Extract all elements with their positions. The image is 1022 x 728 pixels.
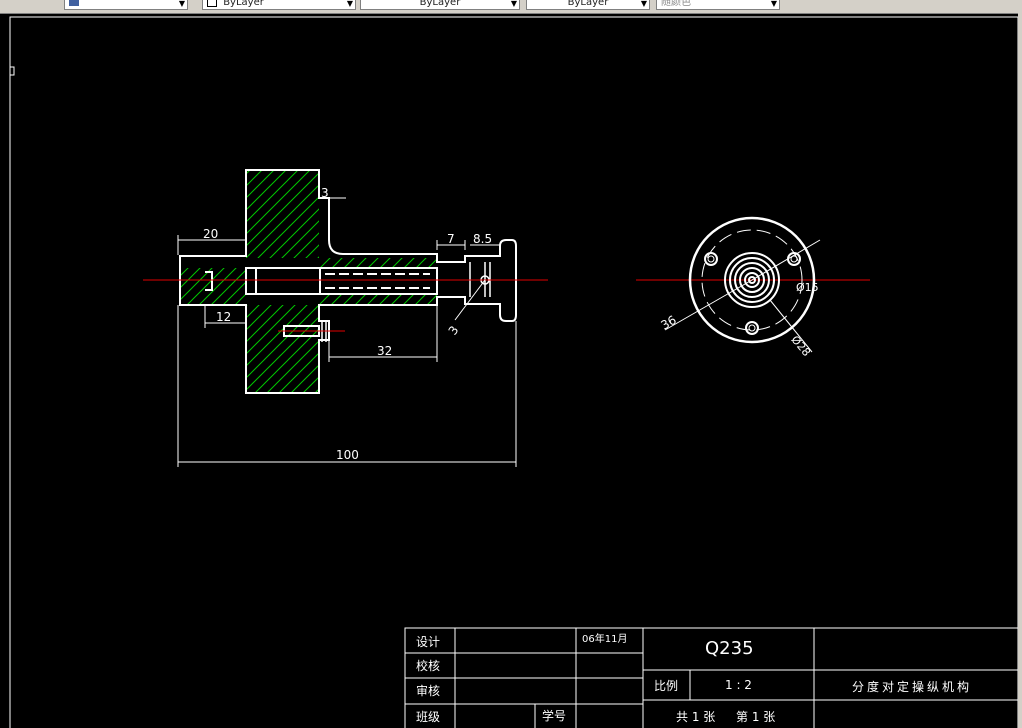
drawing-border	[9, 16, 1018, 728]
class-label: 班级	[416, 710, 440, 724]
chevron-down-icon: ▼	[346, 0, 353, 8]
dim-3-slant: 3	[446, 323, 462, 337]
dim-100: 100	[336, 448, 359, 462]
chevron-down-icon: ▼	[770, 0, 777, 8]
design-label: 设计	[416, 635, 440, 649]
date-text: 06年11月	[582, 632, 627, 645]
linetype-dropdown[interactable]: ByLayer ▼	[360, 0, 520, 10]
frame-tick	[10, 66, 15, 76]
lineweight-dropdown[interactable]: ByLayer ▼	[526, 0, 650, 10]
dim-36: 36	[659, 313, 679, 333]
sheet-number: 第 1 张	[736, 710, 775, 724]
color-dropdown[interactable]: ByLayer ▼	[202, 0, 356, 10]
shaft-top-hatch	[319, 258, 437, 268]
scale-value: 1 : 2	[725, 678, 752, 692]
dim-32: 32	[377, 344, 392, 358]
review-label: 审核	[416, 683, 440, 698]
layer-dropdown[interactable]: ▼	[64, 0, 188, 10]
drawing-canvas[interactable]: 20 3 7 8.5 12 3 32 100 36 Ø15 Ø28 设计 校核 …	[0, 13, 1018, 728]
scale-label: 比例	[654, 679, 678, 693]
lineweight-value: ByLayer	[567, 0, 609, 8]
layer-icon	[69, 0, 79, 6]
dim-3-top: 3	[321, 186, 329, 200]
color-swatch-icon	[207, 0, 217, 7]
inner-bore	[246, 267, 437, 295]
plotstyle-value: 随颜色	[661, 0, 691, 8]
material-text: Q235	[705, 638, 754, 659]
properties-toolbar: ▼ ByLayer ▼ ByLayer ▼ ByLayer ▼ 随颜色 ▼	[0, 0, 1022, 14]
front-dimensions: 20 3 7 8.5 12 3 32 100	[177, 186, 517, 467]
chevron-down-icon: ▼	[640, 0, 647, 8]
upper-flange-hatch	[246, 170, 319, 258]
sheet-total: 共 1 张	[676, 710, 715, 724]
right-scrollbar[interactable]	[1018, 13, 1022, 728]
end-view: 36 Ø15 Ø28	[636, 216, 870, 359]
sectional-view	[143, 169, 548, 394]
dim-28: Ø28	[788, 333, 813, 359]
linetype-value: ByLayer	[419, 0, 461, 8]
plotstyle-dropdown[interactable]: 随颜色 ▼	[656, 0, 780, 10]
shaft-bottom-hatch	[319, 294, 437, 305]
dim-12: 12	[216, 310, 231, 324]
student-id-label: 学号	[542, 708, 566, 723]
lower-flange-hatch	[246, 305, 319, 393]
chevron-down-icon: ▼	[178, 0, 185, 8]
check-label: 校核	[416, 658, 440, 673]
dim-7: 7	[447, 232, 455, 246]
dim-15: Ø15	[796, 281, 819, 294]
color-value: ByLayer	[223, 0, 264, 8]
dim-20: 20	[203, 227, 218, 241]
part-name: 分度对定操纵机构	[852, 679, 972, 694]
chevron-down-icon: ▼	[510, 0, 517, 8]
dim-8-5: 8.5	[473, 232, 492, 246]
spring	[325, 273, 430, 289]
